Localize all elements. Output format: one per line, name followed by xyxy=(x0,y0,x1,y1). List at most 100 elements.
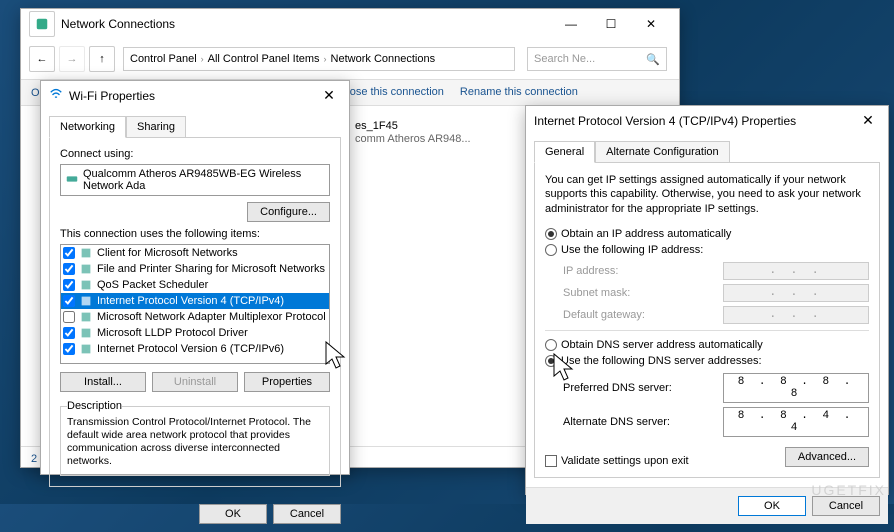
search-icon: 🔍 xyxy=(646,53,660,66)
ipv4-tabpanel: You can get IP settings assigned automat… xyxy=(534,162,880,478)
properties-button[interactable]: Properties xyxy=(244,372,330,392)
maximize-button[interactable]: ☐ xyxy=(591,10,631,38)
client-icon xyxy=(79,246,93,260)
radio-icon xyxy=(545,339,557,351)
gateway-label: Default gateway: xyxy=(563,309,713,321)
radio-icon xyxy=(545,355,557,367)
network-item[interactable]: File and Printer Sharing for Microsoft N… xyxy=(61,261,329,277)
item-label: Microsoft LLDP Protocol Driver xyxy=(97,327,248,339)
minimize-button[interactable]: — xyxy=(551,10,591,38)
items-label: This connection uses the following items… xyxy=(60,228,330,240)
rename-connection[interactable]: Rename this connection xyxy=(460,86,578,99)
item-label: QoS Packet Scheduler xyxy=(97,279,208,291)
item-label: Internet Protocol Version 6 (TCP/IPv6) xyxy=(97,343,284,355)
breadcrumb-item[interactable]: All Control Panel Items xyxy=(208,53,320,65)
cancel-button[interactable]: Cancel xyxy=(273,504,341,524)
adapter-field[interactable]: Qualcomm Atheros AR9485WB-EG Wireless Ne… xyxy=(60,164,330,196)
nc-logo-icon xyxy=(29,11,55,37)
wifi-titlebar: Wi-Fi Properties ✕ xyxy=(41,81,349,110)
close-button[interactable]: ✕ xyxy=(856,112,880,129)
adapter-icon xyxy=(65,172,79,189)
proto-icon xyxy=(79,310,93,324)
wifi-title: Wi-Fi Properties xyxy=(69,89,317,103)
search-input[interactable]: Search Ne... 🔍 xyxy=(527,47,667,71)
ipv4-info: You can get IP settings assigned automat… xyxy=(545,173,869,216)
qos-icon xyxy=(79,278,93,292)
ipv4-title: Internet Protocol Version 4 (TCP/IPv4) P… xyxy=(534,114,856,128)
nc-titlebar: Network Connections — ☐ ✕ xyxy=(21,9,679,39)
ok-button[interactable]: OK xyxy=(738,496,806,516)
wifi-tabs: Networking Sharing xyxy=(41,110,349,138)
install-button[interactable]: Install... xyxy=(60,372,146,392)
description-text: Transmission Control Protocol/Internet P… xyxy=(67,416,323,469)
item-label: File and Printer Sharing for Microsoft N… xyxy=(97,263,325,275)
watermark: UGETFIX xyxy=(811,482,886,498)
wifi-dialog-buttons: OK Cancel xyxy=(41,496,349,532)
item-label: Client for Microsoft Networks xyxy=(97,247,238,259)
pref-dns-field[interactable]: 8 . 8 . 8 . 8 xyxy=(723,373,869,403)
breadcrumb-item[interactable]: Network Connections xyxy=(331,53,436,65)
obtain-ip-auto-radio[interactable]: Obtain an IP address automatically xyxy=(545,226,869,242)
tab-general[interactable]: General xyxy=(534,141,595,163)
alt-dns-field[interactable]: 8 . 8 . 4 . 4 xyxy=(723,407,869,437)
use-dns-radio[interactable]: Use the following DNS server addresses: xyxy=(545,353,869,369)
ipv4-titlebar: Internet Protocol Version 4 (TCP/IPv4) P… xyxy=(526,106,888,135)
adapter-name: Qualcomm Atheros AR9485WB-EG Wireless Ne… xyxy=(83,168,325,192)
subnet-field: . . . xyxy=(723,284,869,302)
ok-button[interactable]: OK xyxy=(199,504,267,524)
use-ip-radio[interactable]: Use the following IP address: xyxy=(545,242,869,258)
description-label: Description xyxy=(67,400,122,412)
ip-address-field: . . . xyxy=(723,262,869,280)
cancel-button[interactable]: Cancel xyxy=(812,496,880,516)
validate-checkbox[interactable]: Validate settings upon exit xyxy=(545,455,689,467)
proto-icon xyxy=(79,342,93,356)
checkbox-icon xyxy=(545,455,557,467)
item-checkbox[interactable] xyxy=(63,263,75,275)
up-button[interactable]: ↑ xyxy=(89,46,115,72)
pref-dns-label: Preferred DNS server: xyxy=(563,382,713,394)
item-checkbox[interactable] xyxy=(63,343,75,355)
subnet-label: Subnet mask: xyxy=(563,287,713,299)
tab-networking[interactable]: Networking xyxy=(49,116,126,138)
item-label: Microsoft Network Adapter Multiplexor Pr… xyxy=(97,311,326,323)
network-items-list[interactable]: Client for Microsoft Networks File and Pr… xyxy=(60,244,330,364)
alt-dns-label: Alternate DNS server: xyxy=(563,416,713,428)
item-checkbox[interactable] xyxy=(63,279,75,291)
network-item[interactable]: Internet Protocol Version 4 (TCP/IPv4) xyxy=(61,293,329,309)
network-item[interactable]: Microsoft LLDP Protocol Driver xyxy=(61,325,329,341)
back-button[interactable]: ← xyxy=(29,46,55,72)
breadcrumb-item[interactable]: Control Panel xyxy=(130,53,197,65)
item-device: comm Atheros AR948... xyxy=(355,133,471,146)
radio-icon xyxy=(545,244,557,256)
item-name: es_1F45 xyxy=(355,120,471,133)
radio-icon xyxy=(545,228,557,240)
network-item[interactable]: QoS Packet Scheduler xyxy=(61,277,329,293)
item-checkbox[interactable] xyxy=(63,311,75,323)
nc-addressbar-row: ← → ↑ Control Panel › All Control Panel … xyxy=(21,39,679,80)
uninstall-button[interactable]: Uninstall xyxy=(152,372,238,392)
tab-alternate[interactable]: Alternate Configuration xyxy=(595,141,730,163)
proto-icon xyxy=(79,294,93,308)
chevron-right-icon: › xyxy=(201,54,204,64)
configure-button[interactable]: Configure... xyxy=(247,202,330,222)
tab-sharing[interactable]: Sharing xyxy=(126,116,186,138)
close-button[interactable]: ✕ xyxy=(317,87,341,104)
description-group: Description Transmission Control Protoco… xyxy=(60,400,330,476)
network-item[interactable]: Microsoft Network Adapter Multiplexor Pr… xyxy=(61,309,329,325)
share-icon xyxy=(79,262,93,276)
chevron-right-icon: › xyxy=(324,54,327,64)
connect-using-label: Connect using: xyxy=(60,148,330,160)
ipv4-tabs: General Alternate Configuration xyxy=(526,135,888,163)
advanced-button[interactable]: Advanced... xyxy=(785,447,869,467)
item-checkbox[interactable] xyxy=(63,327,75,339)
item-checkbox[interactable] xyxy=(63,247,75,259)
network-item[interactable]: Internet Protocol Version 6 (TCP/IPv6) xyxy=(61,341,329,357)
item-checkbox[interactable] xyxy=(63,295,75,307)
network-item[interactable]: Client for Microsoft Networks xyxy=(61,245,329,261)
close-button[interactable]: ✕ xyxy=(631,10,671,38)
breadcrumb[interactable]: Control Panel › All Control Panel Items … xyxy=(123,47,515,71)
forward-button[interactable]: → xyxy=(59,46,85,72)
gateway-field: . . . xyxy=(723,306,869,324)
nc-title: Network Connections xyxy=(61,17,551,31)
obtain-dns-auto-radio[interactable]: Obtain DNS server address automatically xyxy=(545,337,869,353)
